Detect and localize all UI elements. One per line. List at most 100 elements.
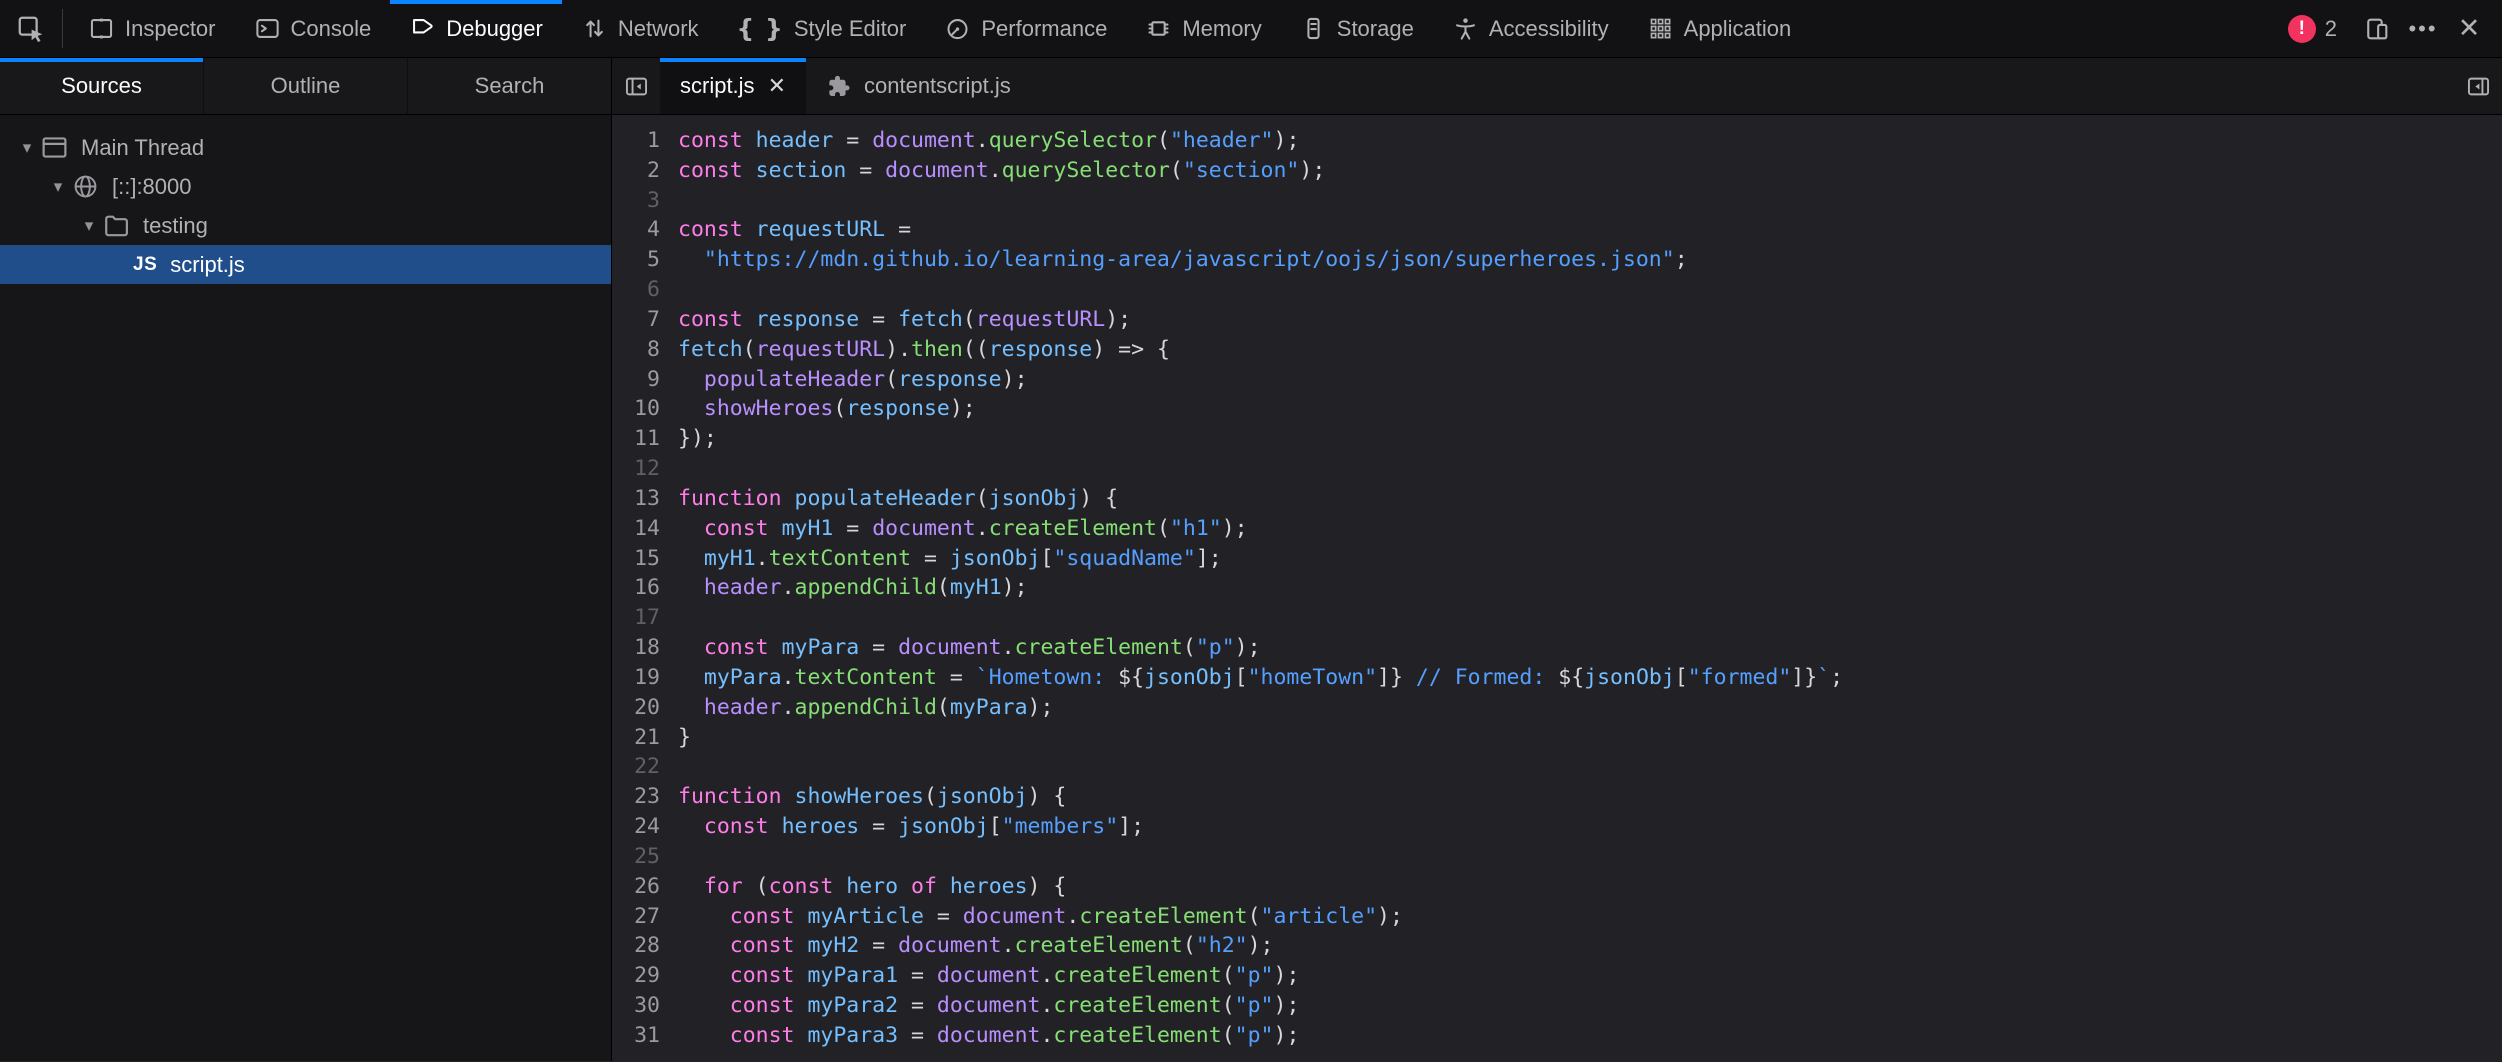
code-line[interactable]: fetch(requestURL).then((response) => { bbox=[678, 335, 1843, 365]
gutter-line-number[interactable]: 28 bbox=[612, 931, 660, 961]
code-line[interactable]: function showHeroes(jsonObj) { bbox=[678, 782, 1843, 812]
tool-tab-style-editor[interactable]: { }Style Editor bbox=[718, 0, 926, 57]
tool-tab-inspector[interactable]: Inspector bbox=[69, 0, 235, 57]
code-line[interactable]: myH1.textContent = jsonObj["squadName"]; bbox=[678, 544, 1843, 574]
code-editor[interactable]: 1234567891011121314151617181920212223242… bbox=[612, 115, 2502, 1061]
code-line[interactable] bbox=[678, 603, 1843, 633]
code-line[interactable]: header.appendChild(myPara); bbox=[678, 693, 1843, 723]
close-tab-icon[interactable]: ✕ bbox=[768, 74, 786, 99]
sidebar-tab-outline[interactable]: Outline bbox=[204, 58, 408, 114]
code-line[interactable]: populateHeader(response); bbox=[678, 365, 1843, 395]
gutter-line-number[interactable]: 30 bbox=[612, 991, 660, 1021]
tool-tab-network[interactable]: Network bbox=[562, 0, 718, 57]
code-line[interactable] bbox=[678, 454, 1843, 484]
code-line[interactable] bbox=[678, 842, 1843, 872]
code-line[interactable]: }); bbox=[678, 424, 1843, 454]
code-line[interactable] bbox=[678, 186, 1843, 216]
twisty-expanded-icon[interactable]: ▾ bbox=[76, 216, 102, 236]
globe-icon bbox=[71, 172, 100, 201]
tree-item--8000[interactable]: ▾[::]:8000 bbox=[0, 167, 611, 206]
tool-tab-label: Memory bbox=[1182, 16, 1261, 42]
code-line[interactable]: const myH1 = document.createElement("h1"… bbox=[678, 514, 1843, 544]
editor-tab-script-js[interactable]: script.js ✕ bbox=[660, 58, 806, 114]
tool-tab-performance[interactable]: Performance bbox=[925, 0, 1126, 57]
tool-tab-storage[interactable]: Storage bbox=[1281, 0, 1433, 57]
code-line[interactable] bbox=[678, 752, 1843, 782]
gutter-line-number[interactable]: 1 bbox=[612, 126, 660, 156]
responsive-design-mode-button[interactable] bbox=[2354, 0, 2400, 57]
gutter-line-number[interactable]: 5 bbox=[612, 245, 660, 275]
gutter-line-number[interactable]: 8 bbox=[612, 335, 660, 365]
code-line[interactable]: header.appendChild(myH1); bbox=[678, 573, 1843, 603]
tool-tab-accessibility[interactable]: Accessibility bbox=[1433, 0, 1628, 57]
tree-item-label: Main Thread bbox=[81, 135, 204, 161]
tree-item-main-thread[interactable]: ▾ Main Thread bbox=[0, 128, 611, 167]
code-line[interactable]: const requestURL = bbox=[678, 215, 1843, 245]
code-line[interactable]: const myPara1 = document.createElement("… bbox=[678, 961, 1843, 991]
code-line[interactable]: const myPara = document.createElement("p… bbox=[678, 633, 1843, 663]
gutter-line-number[interactable]: 21 bbox=[612, 723, 660, 753]
code-line[interactable]: const myPara2 = document.createElement("… bbox=[678, 991, 1843, 1021]
code-line[interactable]: myPara.textContent = `Hometown: ${jsonOb… bbox=[678, 663, 1843, 693]
editor-tab-contentscript-js[interactable]: contentscript.js bbox=[806, 58, 1031, 114]
expand-right-pane-button[interactable] bbox=[2454, 58, 2502, 114]
code-line[interactable]: const myH2 = document.createElement("h2"… bbox=[678, 931, 1843, 961]
gutter-line-number[interactable]: 26 bbox=[612, 872, 660, 902]
tool-tabs: InspectorConsoleDebuggerNetwork{ }Style … bbox=[69, 0, 1810, 57]
code-line[interactable]: showHeroes(response); bbox=[678, 394, 1843, 424]
code-line[interactable]: for (const hero of heroes) { bbox=[678, 872, 1843, 902]
tool-tab-console[interactable]: Console bbox=[235, 0, 391, 57]
twisty-expanded-icon[interactable]: ▾ bbox=[45, 177, 71, 197]
code-line[interactable]: const heroes = jsonObj["members"]; bbox=[678, 812, 1843, 842]
tree-item-testing[interactable]: ▾testing bbox=[0, 206, 611, 245]
braces-icon: { } bbox=[737, 14, 784, 43]
code-line[interactable] bbox=[678, 275, 1843, 305]
code-line[interactable]: const myArticle = document.createElement… bbox=[678, 902, 1843, 932]
gutter-line-number[interactable]: 14 bbox=[612, 514, 660, 544]
twisty-expanded-icon[interactable]: ▾ bbox=[14, 138, 40, 158]
gutter-line-number[interactable]: 20 bbox=[612, 693, 660, 723]
gutter-line-number[interactable]: 10 bbox=[612, 394, 660, 424]
gutter-line-number[interactable]: 22 bbox=[612, 752, 660, 782]
error-badge[interactable]: ! 2 bbox=[2288, 15, 2337, 43]
gutter-line-number[interactable]: 25 bbox=[612, 842, 660, 872]
gutter-line-number[interactable]: 24 bbox=[612, 812, 660, 842]
tool-tab-debugger[interactable]: Debugger bbox=[390, 0, 562, 57]
gutter-line-number[interactable]: 6 bbox=[612, 275, 660, 305]
meatballs-icon: ••• bbox=[2408, 18, 2437, 40]
gutter-line-number[interactable]: 12 bbox=[612, 454, 660, 484]
gutter-line-number[interactable]: 3 bbox=[612, 186, 660, 216]
pick-element-button[interactable] bbox=[0, 0, 62, 57]
tool-tab-application[interactable]: Application bbox=[1628, 0, 1811, 57]
gutter-line-number[interactable]: 31 bbox=[612, 1021, 660, 1051]
gutter-line-number[interactable]: 4 bbox=[612, 215, 660, 245]
performance-icon bbox=[944, 15, 971, 42]
code-line[interactable]: const header = document.querySelector("h… bbox=[678, 126, 1843, 156]
gutter-line-number[interactable]: 17 bbox=[612, 603, 660, 633]
code-line[interactable]: const response = fetch(requestURL); bbox=[678, 305, 1843, 335]
sidebar-tab-sources[interactable]: Sources bbox=[0, 58, 204, 114]
code-line[interactable]: function populateHeader(jsonObj) { bbox=[678, 484, 1843, 514]
meatballs-menu-button[interactable]: ••• bbox=[2400, 0, 2446, 57]
gutter-line-number[interactable]: 16 bbox=[612, 573, 660, 603]
code-line[interactable]: } bbox=[678, 723, 1843, 753]
gutter-line-number[interactable]: 18 bbox=[612, 633, 660, 663]
gutter-line-number[interactable]: 13 bbox=[612, 484, 660, 514]
tree-item-script-js[interactable]: JSscript.js bbox=[0, 245, 611, 284]
gutter-line-number[interactable]: 7 bbox=[612, 305, 660, 335]
gutter-line-number[interactable]: 2 bbox=[612, 156, 660, 186]
close-devtools-button[interactable]: ✕ bbox=[2446, 0, 2492, 57]
code-line[interactable]: const section = document.querySelector("… bbox=[678, 156, 1843, 186]
gutter-line-number[interactable]: 15 bbox=[612, 544, 660, 574]
gutter-line-number[interactable]: 11 bbox=[612, 424, 660, 454]
gutter-line-number[interactable]: 23 bbox=[612, 782, 660, 812]
tool-tab-memory[interactable]: Memory bbox=[1126, 0, 1280, 57]
gutter-line-number[interactable]: 29 bbox=[612, 961, 660, 991]
code-line[interactable]: const myPara3 = document.createElement("… bbox=[678, 1021, 1843, 1051]
collapse-sidebar-button[interactable] bbox=[612, 58, 660, 114]
gutter-line-number[interactable]: 9 bbox=[612, 365, 660, 395]
gutter-line-number[interactable]: 27 bbox=[612, 902, 660, 932]
gutter-line-number[interactable]: 19 bbox=[612, 663, 660, 693]
sidebar-tab-search[interactable]: Search bbox=[408, 58, 611, 114]
code-line[interactable]: "https://mdn.github.io/learning-area/jav… bbox=[678, 245, 1843, 275]
